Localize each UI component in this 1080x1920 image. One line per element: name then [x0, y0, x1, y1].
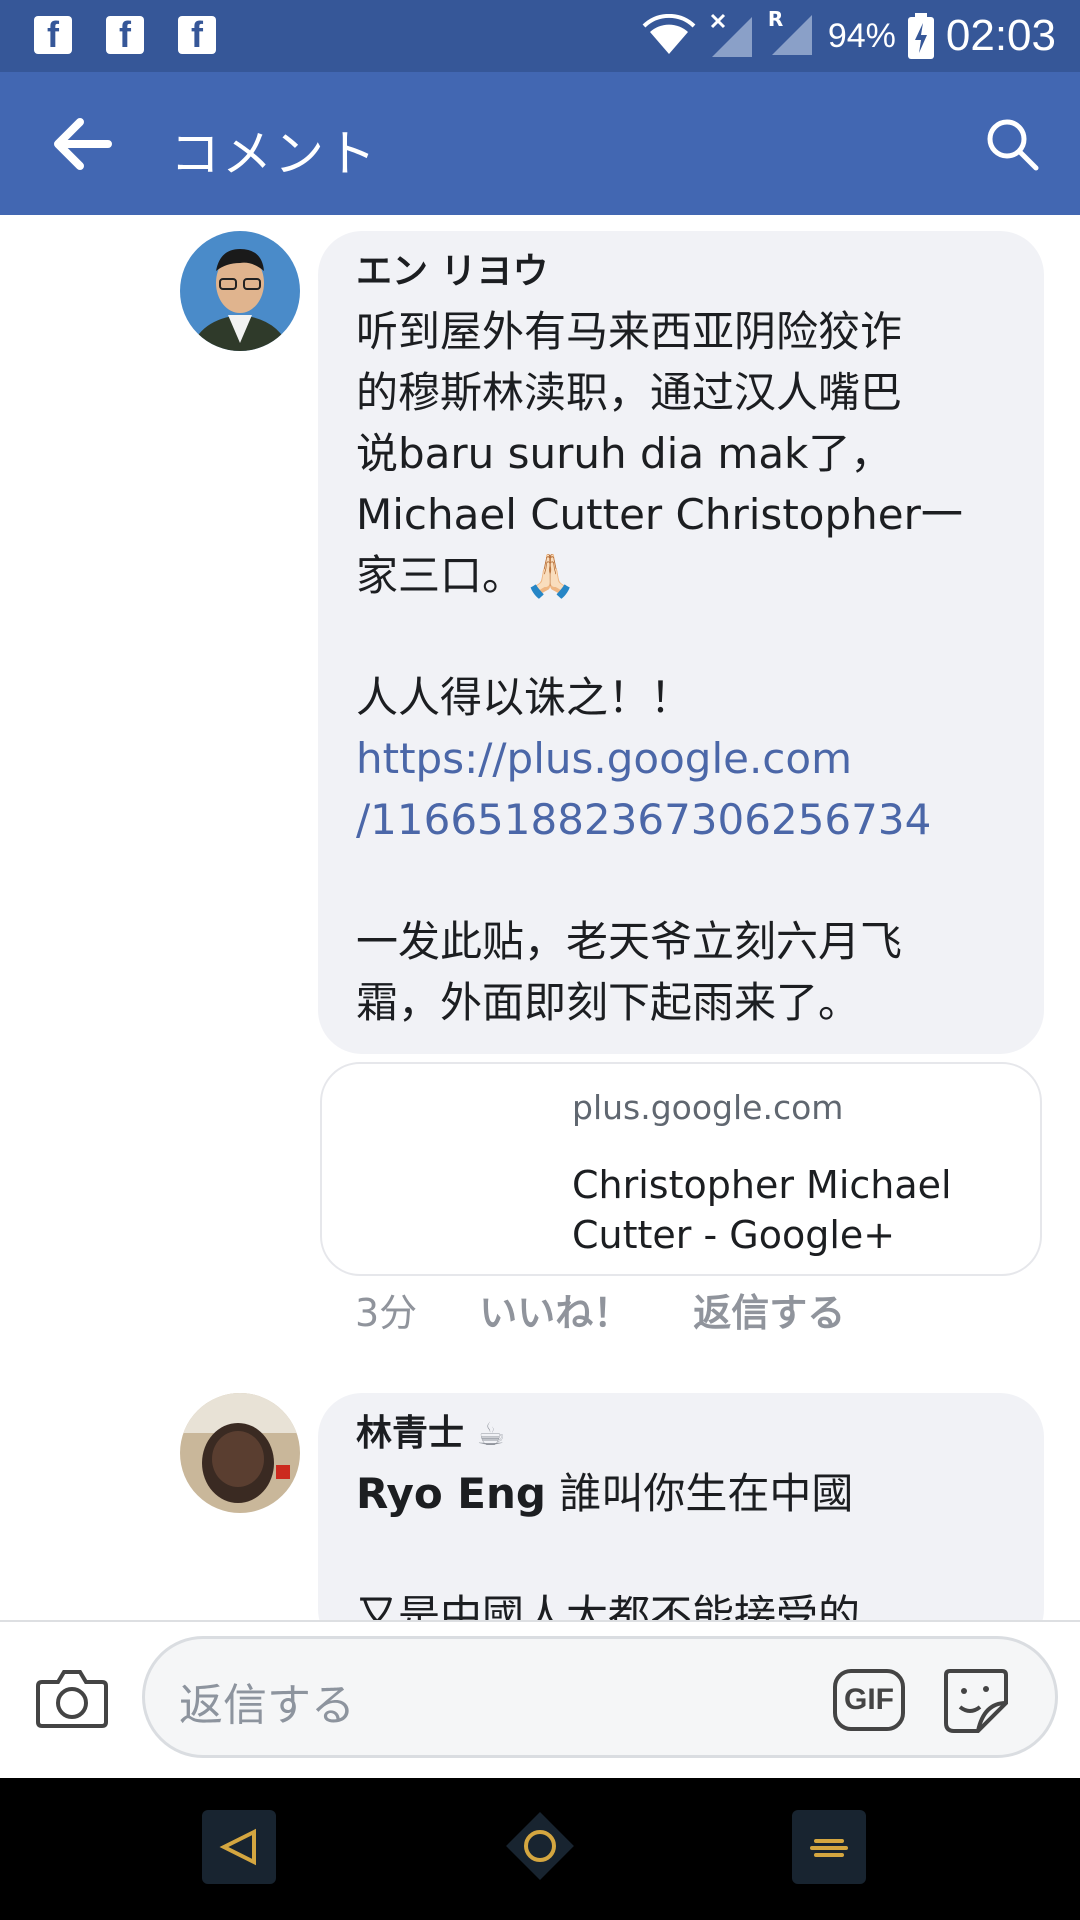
- comment-body: 听到屋外有马来西亚阴险狡诈 的穆斯林渎职，通过汉人嘴巴 说baru suruh …: [356, 301, 1006, 1033]
- wifi-icon: [642, 14, 696, 54]
- comment-line: 家三口。🙏🏻: [356, 551, 577, 600]
- back-button[interactable]: [50, 112, 120, 176]
- comment-link-line[interactable]: https://plus.google.com: [356, 728, 1006, 789]
- facebook-icon: f: [106, 14, 144, 55]
- app-bar: コメント: [0, 72, 1080, 215]
- comment-line: 一发此贴，老天爷立刻六月飞: [356, 917, 903, 966]
- battery-charging-icon: [907, 13, 934, 59]
- recents-icon: [810, 1839, 848, 1857]
- comment-link-line[interactable]: /116651882367306256734: [356, 789, 1006, 850]
- comment-line: 的穆斯林渎职，通过汉人嘴巴: [356, 368, 903, 417]
- status-indicators: R 94% 02:03: [642, 0, 1056, 72]
- signal-no-sim-icon: [710, 13, 752, 57]
- reply-bar: 返信する GIF: [0, 1620, 1080, 1780]
- facebook-icon: f: [34, 14, 72, 55]
- comment-bubble[interactable]: エン リヨウ 听到屋外有马来西亚阴险狡诈 的穆斯林渎职，通过汉人嘴巴 说baru…: [318, 231, 1044, 1054]
- mention-link[interactable]: Ryo Eng: [356, 1469, 546, 1518]
- search-button[interactable]: [984, 116, 1040, 172]
- comment-line: 说baru suruh dia mak了，: [356, 429, 893, 478]
- status-bar: f f f R 94% 02:03: [0, 0, 1080, 72]
- triangle-back-icon: [219, 1828, 256, 1866]
- facebook-icon: f: [178, 14, 216, 55]
- comment-list[interactable]: エン リヨウ 听到屋外有马来西亚阴险狡诈 的穆斯林渎职，通过汉人嘴巴 说baru…: [0, 215, 1080, 1620]
- reply-placeholder: 返信する: [179, 1680, 355, 1731]
- comment-line-blank: [356, 850, 1006, 911]
- link-preview-domain: plus.google.com: [572, 1088, 844, 1127]
- coffee-icon: ☕: [476, 1415, 506, 1453]
- avatar[interactable]: [180, 1393, 300, 1513]
- user-photo: [180, 1393, 300, 1513]
- comment-line-blank: [356, 606, 1006, 667]
- comment-body: Ryo Eng 誰叫你生在中國 又是中國人大都不能接受的，: [356, 1463, 1006, 1620]
- like-button[interactable]: いいね！: [479, 1282, 631, 1337]
- comment-line-partial: 又是中國人大都不能接受的，: [356, 1591, 903, 1620]
- camera-icon: [36, 1670, 108, 1728]
- search-icon: [987, 119, 1039, 171]
- comment-line: 听到屋外有马来西亚阴险狡诈: [356, 307, 903, 356]
- nav-back-button[interactable]: [202, 1810, 276, 1884]
- comment-line: Ryo Eng 誰叫你生在中國: [356, 1463, 1006, 1524]
- comment-line: 霜，外面即刻下起雨来了。: [356, 978, 861, 1027]
- comment-line: Michael Cutter Christopher一: [356, 490, 963, 539]
- signal-roaming-icon: R: [768, 7, 816, 61]
- sticker-icon: [944, 1669, 1008, 1733]
- comment-timestamp: 3分: [355, 1291, 418, 1335]
- comment-bubble[interactable]: 林青士 ☕ Ryo Eng 誰叫你生在中國 又是中國人大都不能接受的，: [318, 1393, 1044, 1620]
- link-preview-card[interactable]: plus.google.com Christopher Michael Cutt…: [320, 1062, 1042, 1276]
- nav-home-button[interactable]: [502, 1808, 578, 1884]
- comment-author[interactable]: エン リヨウ: [356, 249, 1006, 295]
- home-circle-icon: [506, 1812, 574, 1880]
- comment-actions: 3分 いいね！ 返信する: [355, 1282, 845, 1337]
- comment-line: 人人得以诛之！！: [356, 673, 693, 722]
- clock: 02:03: [945, 11, 1056, 60]
- gif-button[interactable]: GIF: [833, 1669, 905, 1731]
- sticker-button[interactable]: [940, 1663, 1012, 1735]
- comment-author-name[interactable]: 林青士: [356, 1413, 464, 1454]
- comment-text: 誰叫你生在中國: [545, 1469, 854, 1518]
- reply-button[interactable]: 返信する: [693, 1282, 845, 1337]
- page-title: コメント: [170, 125, 378, 183]
- navigation-bar: [0, 1778, 1080, 1920]
- link-preview-title: Christopher Michael Cutter - Google+: [572, 1163, 952, 1257]
- comment-link[interactable]: https://plus.google.com /116651882367306…: [356, 728, 1006, 850]
- roaming-indicator: R: [767, 7, 784, 31]
- comment-author[interactable]: 林青士 ☕: [356, 1411, 1006, 1457]
- avatar[interactable]: [180, 231, 300, 351]
- reply-input[interactable]: 返信する GIF: [142, 1636, 1058, 1758]
- user-photo: [180, 231, 300, 351]
- comment-line-blank: [356, 1524, 1006, 1585]
- battery-percent: 94%: [827, 16, 896, 55]
- arrow-left-icon: [54, 118, 112, 170]
- nav-recents-button[interactable]: [792, 1810, 866, 1884]
- camera-button[interactable]: [36, 1666, 108, 1730]
